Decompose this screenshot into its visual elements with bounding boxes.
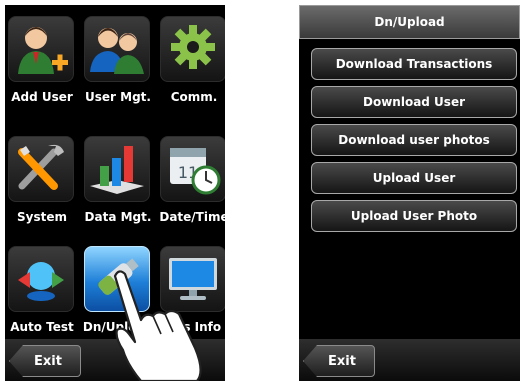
download-transactions-button[interactable]: Download Transactions [311,48,517,80]
screen-title-bar: Dn/Upload [299,5,520,39]
tile-comm[interactable]: Comm. [157,16,225,106]
auto-test-icon [18,262,64,301]
gear-icon [171,25,215,69]
tile-label: System [17,210,67,224]
upload-user-photo-button[interactable]: Upload User Photo [311,200,517,232]
exit-label: Exit [328,354,356,369]
exit-button[interactable]: Exit [303,345,375,377]
add-user-icon [18,27,68,74]
tile-label: Comm. [170,90,218,104]
tile-label: Auto Test [10,320,74,334]
tile-label: Add User [11,90,73,104]
exit-button[interactable]: Exit [9,345,81,377]
calendar-clock-icon: 11 [170,148,221,195]
tile-date-time[interactable]: 11 Date/Time [157,136,225,226]
tile-data-mgt[interactable]: Data Mgt. [81,136,151,226]
dn-upload-screen: Dn/Upload Download Transactions Download… [299,5,520,381]
pointing-hand-icon [113,270,202,381]
tile-label: Date/Time [159,210,225,224]
bottom-bar: Exit [299,339,520,381]
bar-chart-icon [90,146,144,194]
tile-add-user[interactable]: Add User [5,16,75,106]
upload-user-button[interactable]: Upload User [311,162,517,194]
users-icon [90,28,144,74]
exit-label: Exit [34,354,62,369]
page-title: Dn/Upload [374,15,445,29]
tile-label: User Mgt. [85,90,151,104]
tools-icon [18,144,64,190]
download-user-button[interactable]: Download User [311,86,517,118]
device-screens: Add User User Mgt. Comm. System Data Mgt… [0,0,520,381]
tile-label: Data Mgt. [84,210,152,224]
tile-auto-test[interactable]: Auto Test [5,246,75,336]
tile-user-mgt[interactable]: User Mgt. [81,16,151,106]
tile-system[interactable]: System [5,136,75,226]
download-user-photos-button[interactable]: Download user photos [311,124,517,156]
